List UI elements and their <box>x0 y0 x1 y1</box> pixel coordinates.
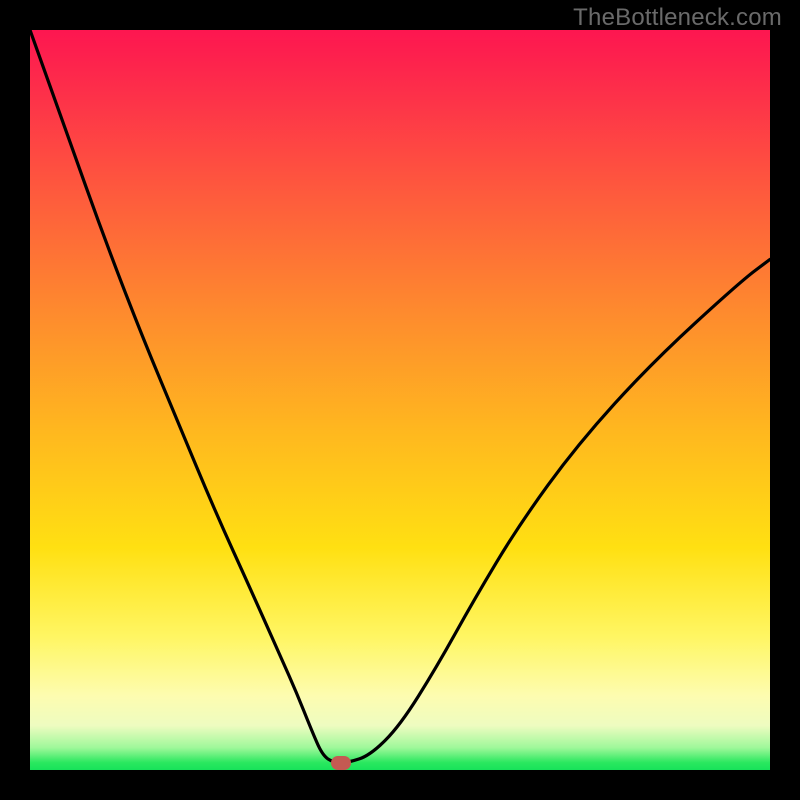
chart-frame: TheBottleneck.com <box>0 0 800 800</box>
optimal-point-marker <box>331 756 351 770</box>
bottleneck-curve <box>30 30 770 770</box>
plot-area <box>30 30 770 770</box>
curve-path <box>30 30 770 763</box>
watermark-text: TheBottleneck.com <box>573 4 782 32</box>
